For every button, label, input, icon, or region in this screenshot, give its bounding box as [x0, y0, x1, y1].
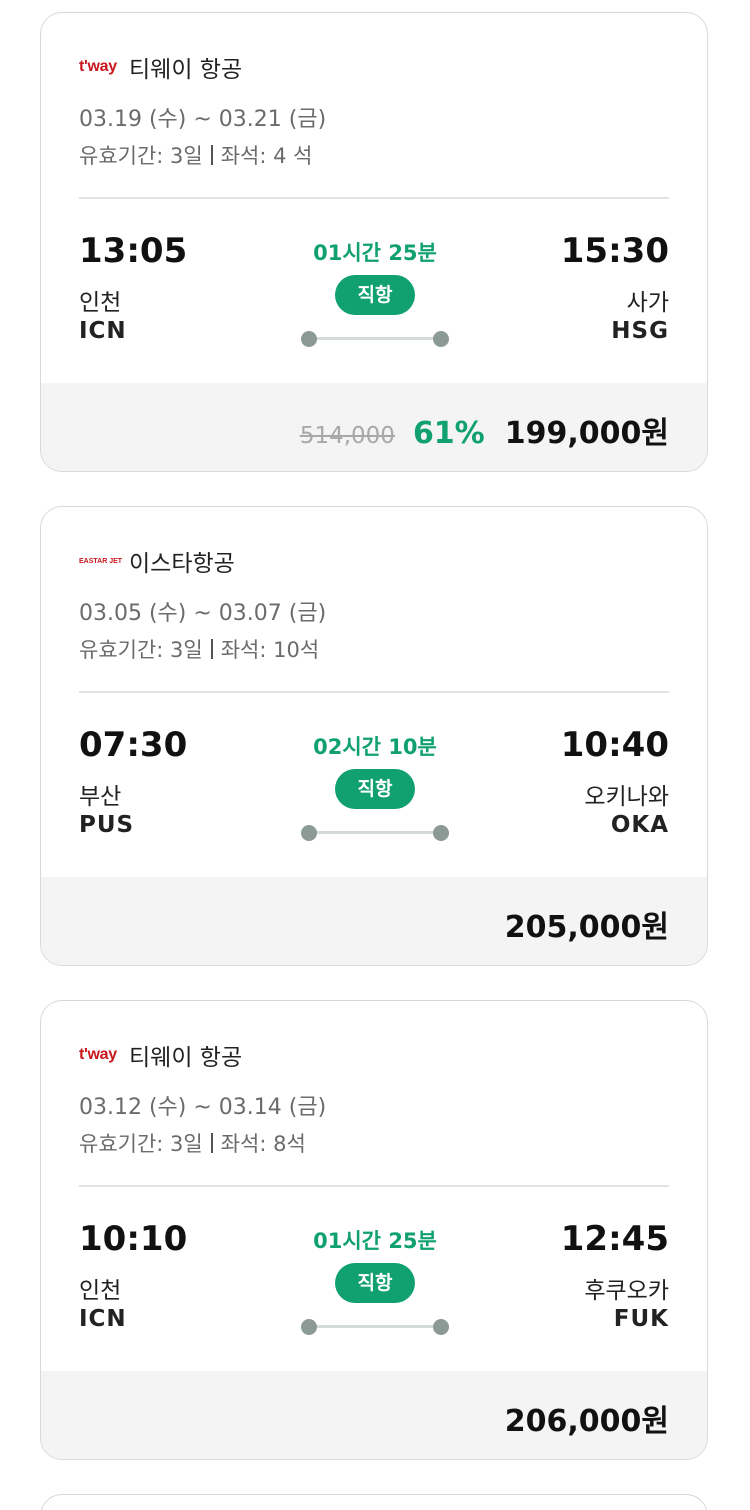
- departure-city: 인천: [79, 290, 122, 316]
- sale-price: 206,000원: [504, 1404, 669, 1439]
- arrival-code: OKA: [610, 812, 669, 838]
- flight-duration: 01시간 25분: [313, 1229, 437, 1253]
- travel-dates: 03.12 (수) ~ 03.14 (금): [79, 1095, 327, 1120]
- arrival-city: 오키나와: [584, 784, 669, 810]
- airline-name: 이스타항공: [129, 551, 235, 577]
- route-track: [309, 831, 441, 834]
- flight-card[interactable]: t'way 티웨이 항공 03.12 (수) ~ 03.14 (금) 유효기간:…: [40, 1000, 708, 1460]
- price-panel: 206,000원: [41, 1371, 707, 1459]
- direct-flight-badge: 직항: [335, 275, 415, 315]
- departure-city: 부산: [79, 784, 122, 810]
- arrival-time: 15:30: [560, 231, 669, 271]
- validity-seats: 유효기간: 3일 좌석: 10석: [79, 634, 319, 664]
- price-row: 514,000 61% 199,000원: [300, 408, 669, 452]
- divider: [79, 1185, 669, 1187]
- flight-card-info: EASTAR JET 이스타항공 03.05 (수) ~ 03.07 (금) 유…: [41, 507, 707, 877]
- route-start-dot: [301, 1319, 317, 1335]
- separator: [210, 1133, 213, 1153]
- route-end-dot: [433, 825, 449, 841]
- route-start-dot: [301, 331, 317, 347]
- flight-card[interactable]: EASTAR JET 이스타항공 03.05 (수) ~ 03.07 (금) 유…: [40, 506, 708, 966]
- departure-code: ICN: [79, 318, 127, 344]
- route-line-icon: [301, 331, 449, 347]
- price-panel: 514,000 61% 199,000원: [41, 383, 707, 471]
- flight-card[interactable]: t'way 티웨이 항공 03.19 (수) ~ 03.21 (금) 유효기간:…: [40, 12, 708, 472]
- route-track: [309, 337, 441, 340]
- arrival-time: 10:40: [560, 725, 669, 765]
- arrival-city: 사가: [626, 290, 669, 316]
- seats-label: 좌석: 10석: [220, 638, 320, 662]
- route-line-icon: [301, 1319, 449, 1335]
- direct-flight-badge: 직항: [335, 769, 415, 809]
- divider: [79, 691, 669, 693]
- airline-name: 티웨이 항공: [129, 57, 243, 83]
- direct-flight-badge: 직항: [335, 1263, 415, 1303]
- validity-seats: 유효기간: 3일 좌석: 4 석: [79, 140, 312, 170]
- airline-header: t'way 티웨이 항공: [79, 1038, 242, 1072]
- discount-rate: 61%: [412, 416, 485, 451]
- arrival-code: HSG: [611, 318, 669, 344]
- flight-card-partial[interactable]: [40, 1494, 708, 1510]
- travel-dates: 03.19 (수) ~ 03.21 (금): [79, 107, 327, 132]
- arrival-code: FUK: [613, 1306, 669, 1332]
- validity-label: 유효기간: 3일: [79, 638, 203, 662]
- airline-header: t'way 티웨이 항공: [79, 50, 242, 84]
- divider: [79, 197, 669, 199]
- departure-code: ICN: [79, 1306, 127, 1332]
- arrival-city: 후쿠오카: [584, 1278, 669, 1304]
- departure-time: 10:10: [79, 1219, 188, 1259]
- sale-price: 205,000원: [504, 910, 669, 945]
- route-track: [309, 1325, 441, 1328]
- departure-time: 13:05: [79, 231, 188, 271]
- departure-code: PUS: [79, 812, 135, 838]
- airline-logo: EASTAR JET: [79, 557, 123, 565]
- airline-name: 티웨이 항공: [129, 1045, 243, 1071]
- arrival-time: 12:45: [560, 1219, 669, 1259]
- route-start-dot: [301, 825, 317, 841]
- flight-card-info: t'way 티웨이 항공 03.12 (수) ~ 03.14 (금) 유효기간:…: [41, 1001, 707, 1371]
- departure-city: 인천: [79, 1278, 122, 1304]
- airline-header: EASTAR JET 이스타항공: [79, 544, 235, 578]
- price-panel: 205,000원: [41, 877, 707, 965]
- airline-logo: t'way: [79, 1046, 117, 1063]
- original-price: 514,000: [299, 423, 395, 449]
- travel-dates: 03.05 (수) ~ 03.07 (금): [79, 601, 327, 626]
- flight-card-info: t'way 티웨이 항공 03.19 (수) ~ 03.21 (금) 유효기간:…: [41, 13, 707, 383]
- airline-logo: t'way: [79, 58, 117, 75]
- price-row: 205,000원: [505, 902, 669, 946]
- sale-price: 199,000원: [504, 416, 669, 451]
- validity-label: 유효기간: 3일: [79, 144, 203, 168]
- validity-seats: 유효기간: 3일 좌석: 8석: [79, 1128, 306, 1158]
- price-row: 206,000원: [505, 1396, 669, 1440]
- route-end-dot: [433, 1319, 449, 1335]
- departure-time: 07:30: [79, 725, 188, 765]
- flight-duration: 01시간 25분: [313, 241, 437, 265]
- validity-label: 유효기간: 3일: [79, 1132, 203, 1156]
- flight-duration: 02시간 10분: [313, 735, 437, 759]
- route-line-icon: [301, 825, 449, 841]
- separator: [210, 145, 213, 165]
- route-end-dot: [433, 331, 449, 347]
- separator: [210, 639, 213, 659]
- seats-label: 좌석: 4 석: [220, 144, 313, 168]
- flight-deal-list: t'way 티웨이 항공 03.19 (수) ~ 03.21 (금) 유효기간:…: [0, 0, 750, 1510]
- seats-label: 좌석: 8석: [220, 1132, 306, 1156]
